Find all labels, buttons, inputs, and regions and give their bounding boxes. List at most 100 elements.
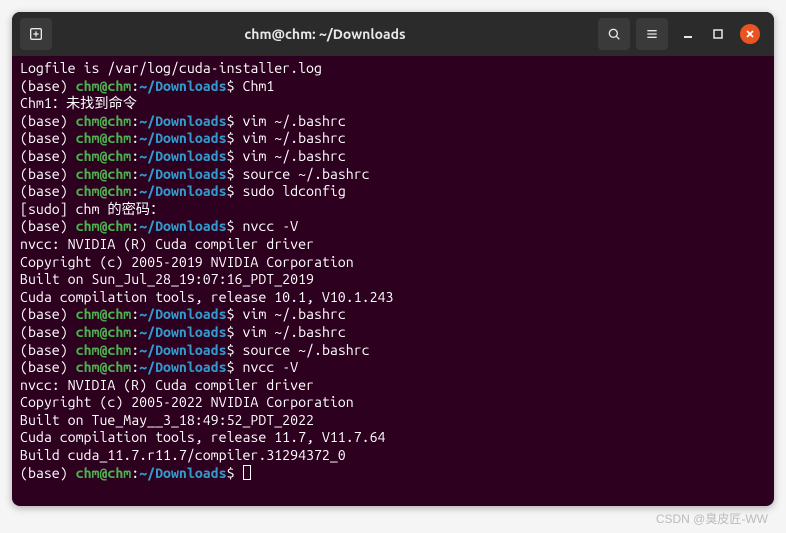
terminal-line: (base) chm@chm:~/Downloads$ vim ~/.bashr… bbox=[20, 306, 766, 324]
terminal-line: (base) chm@chm:~/Downloads$ source ~/.ba… bbox=[20, 342, 766, 360]
prompt-path: ~/Downloads bbox=[139, 324, 226, 340]
close-button[interactable] bbox=[740, 24, 760, 44]
prompt-base: (base) bbox=[20, 324, 76, 340]
prompt-dollar: $ bbox=[227, 113, 243, 129]
prompt-userhost: chm@chm bbox=[76, 306, 132, 322]
terminal-line: (base) chm@chm:~/Downloads$ nvcc -V bbox=[20, 359, 766, 377]
prompt-dollar: $ bbox=[227, 324, 243, 340]
prompt-dollar: $ bbox=[227, 183, 243, 199]
watermark: CSDN @臭皮匠-WW bbox=[656, 510, 768, 527]
terminal-line: nvcc: NVIDIA (R) Cuda compiler driver bbox=[20, 377, 766, 395]
command-text: nvcc -V bbox=[243, 359, 299, 375]
prompt-colon: : bbox=[131, 342, 139, 358]
prompt-colon: : bbox=[131, 130, 139, 146]
prompt-colon: : bbox=[131, 78, 139, 94]
prompt-base: (base) bbox=[20, 78, 76, 94]
command-text: vim ~/.bashrc bbox=[243, 130, 346, 146]
terminal-line: (base) chm@chm:~/Downloads$ vim ~/.bashr… bbox=[20, 324, 766, 342]
window-title: chm@chm: ~/Downloads bbox=[58, 26, 592, 42]
terminal-line: Build cuda_11.7.r11.7/compiler.31294372_… bbox=[20, 447, 766, 465]
terminal-window: chm@chm: ~/Downloads Logfile is /var/log… bbox=[12, 12, 774, 506]
prompt-userhost: chm@chm bbox=[76, 113, 132, 129]
command-text: source ~/.bashrc bbox=[243, 342, 370, 358]
new-tab-button[interactable] bbox=[20, 18, 52, 50]
prompt-base: (base) bbox=[20, 166, 76, 182]
command-text: source ~/.bashrc bbox=[243, 166, 370, 182]
maximize-icon bbox=[712, 28, 724, 40]
output-text: Build cuda_11.7.r11.7/compiler.31294372_… bbox=[20, 447, 346, 463]
prompt-userhost: chm@chm bbox=[76, 218, 132, 234]
prompt-colon: : bbox=[131, 148, 139, 164]
prompt-dollar: $ bbox=[227, 78, 243, 94]
terminal-line: nvcc: NVIDIA (R) Cuda compiler driver bbox=[20, 236, 766, 254]
terminal-line: Copyright (c) 2005-2019 NVIDIA Corporati… bbox=[20, 254, 766, 272]
terminal-line: Built on Sun_Jul_28_19:07:16_PDT_2019 bbox=[20, 271, 766, 289]
command-text: vim ~/.bashrc bbox=[243, 148, 346, 164]
output-text: nvcc: NVIDIA (R) Cuda compiler driver bbox=[20, 236, 314, 252]
prompt-userhost: chm@chm bbox=[76, 148, 132, 164]
prompt-dollar: $ bbox=[227, 218, 243, 234]
prompt-base: (base) bbox=[20, 465, 76, 481]
prompt-dollar: $ bbox=[227, 359, 243, 375]
command-text: Chm1 bbox=[243, 78, 275, 94]
prompt-userhost: chm@chm bbox=[76, 166, 132, 182]
prompt-userhost: chm@chm bbox=[76, 324, 132, 340]
terminal-line: (base) chm@chm:~/Downloads$ vim ~/.bashr… bbox=[20, 130, 766, 148]
command-text: sudo ldconfig bbox=[243, 183, 346, 199]
prompt-path: ~/Downloads bbox=[139, 342, 226, 358]
terminal-line: (base) chm@chm:~/Downloads$ Chm1 bbox=[20, 78, 766, 96]
command-text: vim ~/.bashrc bbox=[243, 306, 346, 322]
terminal-line: Built on Tue_May__3_18:49:52_PDT_2022 bbox=[20, 412, 766, 430]
prompt-base: (base) bbox=[20, 183, 76, 199]
terminal-line: (base) chm@chm:~/Downloads$ bbox=[20, 465, 766, 483]
prompt-base: (base) bbox=[20, 113, 76, 129]
hamburger-icon bbox=[644, 26, 660, 42]
prompt-colon: : bbox=[131, 166, 139, 182]
output-text: Logfile is /var/log/cuda-installer.log bbox=[20, 60, 322, 76]
prompt-dollar: $ bbox=[227, 130, 243, 146]
prompt-userhost: chm@chm bbox=[76, 359, 132, 375]
output-text: Built on Sun_Jul_28_19:07:16_PDT_2019 bbox=[20, 271, 314, 287]
terminal-output[interactable]: Logfile is /var/log/cuda-installer.log (b… bbox=[12, 56, 774, 506]
search-icon bbox=[606, 26, 622, 42]
prompt-base: (base) bbox=[20, 359, 76, 375]
terminal-line: (base) chm@chm:~/Downloads$ nvcc -V bbox=[20, 218, 766, 236]
prompt-base: (base) bbox=[20, 218, 76, 234]
maximize-button[interactable] bbox=[710, 26, 726, 42]
prompt-colon: : bbox=[131, 359, 139, 375]
prompt-path: ~/Downloads bbox=[139, 78, 226, 94]
prompt-userhost: chm@chm bbox=[76, 183, 132, 199]
output-text: Built on Tue_May__3_18:49:52_PDT_2022 bbox=[20, 412, 314, 428]
prompt-userhost: chm@chm bbox=[76, 130, 132, 146]
plus-box-icon bbox=[28, 26, 44, 42]
prompt-path: ~/Downloads bbox=[139, 183, 226, 199]
prompt-path: ~/Downloads bbox=[139, 148, 226, 164]
search-button[interactable] bbox=[598, 18, 630, 50]
prompt-base: (base) bbox=[20, 130, 76, 146]
prompt-dollar: $ bbox=[227, 342, 243, 358]
menu-button[interactable] bbox=[636, 18, 668, 50]
output-text: Copyright (c) 2005-2022 NVIDIA Corporati… bbox=[20, 394, 354, 410]
prompt-colon: : bbox=[131, 218, 139, 234]
prompt-userhost: chm@chm bbox=[76, 465, 132, 481]
prompt-path: ~/Downloads bbox=[139, 166, 226, 182]
prompt-path: ~/Downloads bbox=[139, 465, 226, 481]
command-text: vim ~/.bashrc bbox=[243, 324, 346, 340]
prompt-dollar: $ bbox=[227, 465, 243, 481]
prompt-path: ~/Downloads bbox=[139, 306, 226, 322]
prompt-colon: : bbox=[131, 465, 139, 481]
prompt-userhost: chm@chm bbox=[76, 342, 132, 358]
prompt-base: (base) bbox=[20, 148, 76, 164]
terminal-line: Copyright (c) 2005-2022 NVIDIA Corporati… bbox=[20, 394, 766, 412]
output-text: Cuda compilation tools, release 11.7, V1… bbox=[20, 429, 385, 445]
close-icon bbox=[744, 28, 756, 40]
terminal-line: Logfile is /var/log/cuda-installer.log bbox=[20, 60, 766, 78]
minimize-button[interactable] bbox=[680, 26, 696, 42]
terminal-line: Cuda compilation tools, release 11.7, V1… bbox=[20, 429, 766, 447]
terminal-line: [sudo] chm 的密码： bbox=[20, 201, 766, 219]
window-controls bbox=[674, 24, 766, 44]
prompt-colon: : bbox=[131, 306, 139, 322]
output-text: Chm1：未找到命令 bbox=[20, 95, 137, 111]
command-text: nvcc -V bbox=[243, 218, 299, 234]
prompt-colon: : bbox=[131, 113, 139, 129]
